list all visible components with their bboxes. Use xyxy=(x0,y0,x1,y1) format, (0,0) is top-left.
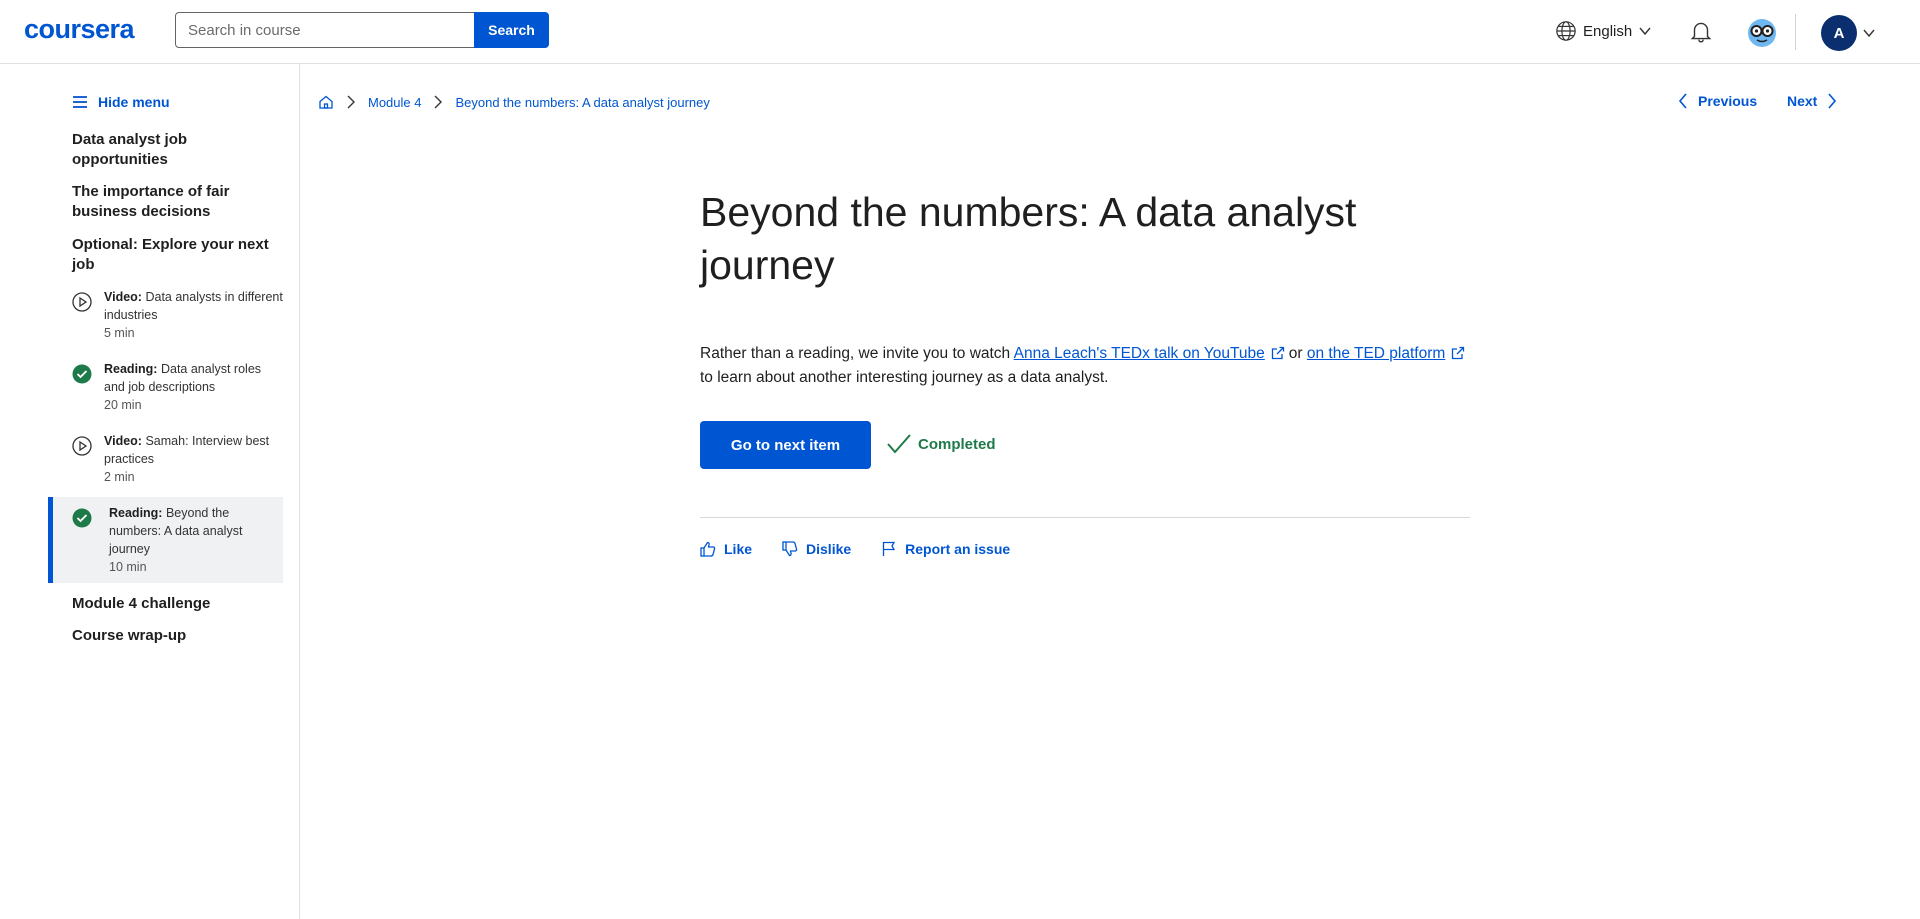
thumbs-down-icon xyxy=(782,541,798,557)
page-title: Beyond the numbers: A data analyst journ… xyxy=(700,189,1357,288)
chevron-right-icon xyxy=(433,95,443,109)
para-mid: or xyxy=(1288,345,1307,362)
tedx-youtube-link[interactable]: Anna Leach's TEDx talk on YouTube xyxy=(1014,345,1265,362)
flag-icon xyxy=(883,541,896,556)
external-link-icon xyxy=(1452,346,1465,360)
external-link-icon xyxy=(1271,346,1284,360)
item-duration: 20 min xyxy=(104,398,142,412)
home-icon[interactable] xyxy=(318,94,334,110)
coach-button[interactable] xyxy=(1746,17,1778,54)
coach-glasses-icon xyxy=(1748,19,1776,47)
course-sidebar: Hide menu Data analyst job opportunities… xyxy=(0,64,300,919)
notifications-button[interactable] xyxy=(1688,18,1714,49)
feedback-actions: Like Dislike Report an issue xyxy=(700,541,1010,557)
hide-menu-button[interactable]: Hide menu xyxy=(72,94,170,110)
sidebar-item-reading-roles[interactable]: Reading: Data analyst roles and job desc… xyxy=(48,360,283,412)
content-divider xyxy=(700,517,1470,518)
chevron-down-icon[interactable] xyxy=(1862,26,1876,40)
avatar[interactable]: A xyxy=(1821,15,1857,51)
hamburger-icon xyxy=(73,96,87,108)
next-label: Next xyxy=(1787,93,1818,109)
chevron-right-icon xyxy=(1828,93,1837,109)
like-label: Like xyxy=(724,541,753,557)
play-circle-icon xyxy=(72,436,92,456)
dislike-label: Dislike xyxy=(806,541,852,557)
para-start: Rather than a reading, we invite you to … xyxy=(700,345,1014,362)
search-button[interactable]: Search xyxy=(474,12,549,48)
item-type: Reading: xyxy=(109,506,163,520)
item-type: Video: xyxy=(104,290,142,304)
language-label: English xyxy=(1583,22,1633,40)
sidebar-item-video-industries[interactable]: Video: Data analysts in different indust… xyxy=(48,288,283,340)
like-button[interactable]: Like xyxy=(700,541,752,557)
ted-platform-link[interactable]: on the TED platform xyxy=(1307,345,1445,362)
previous-button[interactable]: Previous xyxy=(1678,93,1757,109)
item-type: Reading: xyxy=(104,362,158,376)
thumbs-up-icon xyxy=(700,541,716,557)
breadcrumb-module-link[interactable]: Module 4 xyxy=(368,95,421,110)
header-divider xyxy=(1795,14,1796,50)
coursera-logo[interactable]: coursera xyxy=(24,14,135,45)
completed-status: Completed xyxy=(886,433,996,455)
check-circle-icon xyxy=(72,364,92,384)
dislike-button[interactable]: Dislike xyxy=(782,541,851,557)
item-duration: 10 min xyxy=(109,560,147,574)
content-paragraph: Rather than a reading, we invite you to … xyxy=(700,342,1480,390)
sidebar-section-explore-next-job[interactable]: Optional: Explore your next job xyxy=(72,235,272,275)
checkmark-icon xyxy=(887,434,911,454)
previous-label: Previous xyxy=(1698,93,1758,109)
chevron-right-icon xyxy=(346,95,356,109)
breadcrumb: Module 4 Beyond the numbers: A data anal… xyxy=(318,94,710,110)
sidebar-item-reading-beyond-numbers[interactable]: Reading: Beyond the numbers: A data anal… xyxy=(48,497,283,583)
report-issue-button[interactable]: Report an issue xyxy=(881,541,1010,557)
play-circle-icon xyxy=(72,292,92,312)
item-type: Video: xyxy=(104,434,142,448)
report-label: Report an issue xyxy=(905,541,1011,557)
sidebar-section-module-challenge[interactable]: Module 4 challenge xyxy=(72,594,272,614)
top-header: coursera Search English A xyxy=(0,0,1920,64)
check-circle-icon xyxy=(72,508,92,528)
item-duration: 2 min xyxy=(104,470,135,484)
breadcrumb-current[interactable]: Beyond the numbers: A data analyst journ… xyxy=(455,95,709,110)
item-duration: 5 min xyxy=(104,326,135,340)
go-to-next-item-button[interactable]: Go to next item xyxy=(700,421,871,469)
language-selector[interactable]: English xyxy=(1555,20,1652,42)
chevron-left-icon xyxy=(1678,93,1687,109)
sidebar-section-course-wrap-up[interactable]: Course wrap-up xyxy=(72,626,272,646)
globe-icon xyxy=(1556,21,1576,41)
para-end: to learn about another interesting journ… xyxy=(700,369,1109,386)
search-input[interactable] xyxy=(175,12,475,48)
next-button[interactable]: Next xyxy=(1787,93,1837,109)
completed-label: Completed xyxy=(918,435,996,453)
sidebar-section-job-opportunities[interactable]: Data analyst job opportunities xyxy=(72,130,272,170)
hide-menu-label: Hide menu xyxy=(98,94,170,110)
sidebar-section-fair-decisions[interactable]: The importance of fair business decision… xyxy=(72,182,272,222)
bell-icon xyxy=(1690,22,1712,43)
sidebar-item-video-interview[interactable]: Video: Samah: Interview best practices 2… xyxy=(48,432,283,484)
chevron-down-icon xyxy=(1639,27,1651,36)
